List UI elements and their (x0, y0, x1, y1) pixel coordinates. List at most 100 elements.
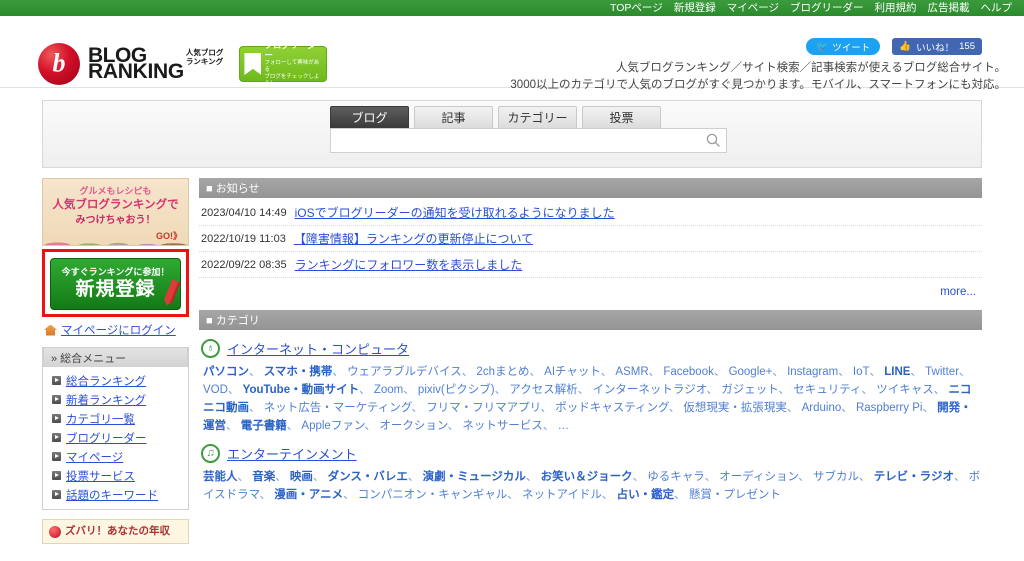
topnav-item-terms[interactable]: 利用規約 (875, 0, 917, 16)
category-sublink[interactable]: 電子書籍 (241, 420, 287, 432)
news-item[interactable]: 2023/04/10 14:49 iOSでブログリーダーの通知を受け取れるように… (199, 200, 982, 226)
news-title-link[interactable]: iOSでブログリーダーの通知を受け取れるようになりました (295, 204, 615, 221)
category-internet-links: パソコン、 スマホ・携帯、 ウェアラブルデバイス、 2chまとめ、 AIチャット… (199, 363, 982, 435)
income-promo-box[interactable]: ズバリ！あなたの年収 (42, 519, 189, 544)
category-sublink[interactable]: ポッドキャスティング (555, 402, 669, 414)
category-sublink[interactable]: スマホ・携帯 (264, 366, 333, 378)
category-sublink[interactable]: サブカル (813, 471, 859, 483)
category-sublink[interactable]: Appleファン (301, 420, 364, 432)
sidebar-item-new-ranking[interactable]: 新着ランキング (43, 390, 188, 409)
tweet-button[interactable]: 🐦 ツイート (806, 38, 881, 55)
category-sublink[interactable]: お笑い＆ジョーク (541, 471, 633, 483)
tab-category[interactable]: カテゴリー (498, 106, 577, 128)
news-more-link[interactable]: more... (940, 286, 976, 298)
sidebar-link-label[interactable]: 総合ランキング (66, 373, 146, 389)
category-sublink[interactable]: コンパニオン・キャンギャル (358, 489, 508, 501)
news-item[interactable]: 2022/09/22 08:35 ランキングにフォロワー数を表示しました (199, 252, 982, 278)
category-sublink[interactable]: 占い・鑑定 (617, 489, 675, 501)
sidebar-link-label[interactable]: ブログリーダー (66, 430, 147, 446)
new-registration-button[interactable]: 今すぐランキングに参加！ 新規登録 (50, 258, 181, 310)
category-sublink[interactable]: LINE (884, 366, 910, 378)
category-sublink[interactable]: Twitter (925, 366, 959, 378)
category-sublink[interactable]: Facebook (663, 366, 714, 378)
category-sublink[interactable]: ゆるキャラ (647, 471, 704, 483)
topnav-item-advertising[interactable]: 広告掲載 (928, 0, 970, 16)
category-sublink[interactable]: Raspberry Pi (856, 402, 922, 414)
category-sublink[interactable]: ウェアラブルデバイス (347, 366, 462, 378)
sidebar-link-label[interactable]: 話題のキーワード (66, 487, 158, 503)
category-internet-link[interactable]: インターネット・コンピュータ (227, 339, 409, 358)
category-sublink[interactable]: セキュリティ (793, 384, 861, 396)
category-sublink[interactable]: ガジェット (721, 384, 778, 396)
site-logo[interactable]: BLOG RANKING 人気ブログ ランキング ブログリーダー フォローして興… (38, 40, 328, 87)
sidebar-item-blogreader[interactable]: ブログリーダー (43, 428, 188, 447)
search-icon[interactable] (700, 129, 726, 152)
badge-line2: ブログをチェックしよう！ (264, 74, 320, 87)
category-sublink[interactable]: Instagram (787, 366, 838, 378)
category-sublink[interactable]: 漫画・アニメ (274, 489, 343, 501)
category-internet-title-row[interactable]: ♁ インターネット・コンピュータ (199, 339, 982, 358)
topnav-item-top[interactable]: TOPページ (610, 0, 663, 16)
category-sublink[interactable]: 仮想現実・拡張現実 (683, 402, 787, 414)
sidebar-item-category-list[interactable]: カテゴリ一覧 (43, 409, 188, 428)
sidebar-link-label[interactable]: マイページ (66, 449, 123, 465)
topnav-item-blogreader[interactable]: ブログリーダー (790, 0, 864, 16)
news-title-link[interactable]: ランキングにフォロワー数を表示しました (295, 256, 523, 273)
category-sublink[interactable]: ダンス・バレエ (328, 471, 408, 483)
tab-article[interactable]: 記事 (414, 106, 493, 128)
category-sublink[interactable]: 演劇・ミュージカル (423, 471, 526, 483)
category-sublink[interactable]: ネット広告・マーケティング (264, 402, 412, 414)
category-sublink[interactable]: ASMR (615, 366, 648, 378)
mypage-login-row[interactable]: マイページにログイン (42, 322, 189, 338)
category-entertainment-title-row[interactable]: ♫ エンターテインメント (199, 444, 982, 463)
category-sublink[interactable]: VOD (203, 384, 228, 396)
link-separator: 、 (286, 420, 302, 432)
category-sublink[interactable]: Arduino (802, 402, 842, 414)
category-sublink[interactable]: テレビ・ラジオ (874, 471, 954, 483)
category-sublink[interactable]: インターネットラジオ (592, 384, 706, 396)
category-sublink[interactable]: 芸能人 (203, 471, 238, 483)
tab-vote[interactable]: 投票 (582, 106, 661, 128)
topnav-item-help[interactable]: ヘルプ (981, 0, 1013, 16)
category-sublink[interactable]: ツイキャス (876, 384, 934, 396)
main-content: ■ お知らせ 2023/04/10 14:49 iOSでブログリーダーの通知を受… (199, 178, 982, 544)
sidebar-link-label[interactable]: 新着ランキング (66, 392, 146, 408)
search-input[interactable] (331, 129, 700, 152)
sidebar-item-vote-service[interactable]: 投票サービス (43, 466, 188, 485)
category-sublink[interactable]: Zoom (374, 384, 403, 396)
gourmet-banner[interactable]: グルメもレシピも 人気ブログランキングで みつけちゃおう！ GO!》 (42, 178, 189, 246)
topnav-item-mypage[interactable]: マイページ (727, 0, 779, 16)
category-sublink[interactable]: … (558, 420, 570, 432)
sidebar-link-label[interactable]: カテゴリ一覧 (66, 411, 135, 427)
facebook-like-button[interactable]: 👍 いいね！ 155 (892, 38, 982, 55)
category-sublink[interactable]: フリマ・フリマアプリ (426, 402, 540, 414)
sidebar: グルメもレシピも 人気ブログランキングで みつけちゃおう！ GO!》 今すぐラン… (42, 178, 189, 544)
category-sublink[interactable]: パソコン (203, 366, 249, 378)
news-item[interactable]: 2022/10/19 11:03 【障害情報】ランキングの更新停止について (199, 226, 982, 252)
blogreader-badge[interactable]: ブログリーダー フォローして興味がある ブログをチェックしよう！ (239, 40, 328, 87)
category-sublink[interactable]: 音楽 (252, 471, 275, 483)
category-sublink[interactable]: Google+ (729, 366, 773, 378)
sidebar-item-overall-ranking[interactable]: 総合ランキング (43, 371, 188, 390)
category-entertainment-link[interactable]: エンターテインメント (227, 444, 357, 463)
category-sublink[interactable]: IoT (853, 366, 870, 378)
sidebar-link-label[interactable]: 投票サービス (66, 468, 135, 484)
category-sublink[interactable]: ネットアイドル (522, 489, 602, 501)
sidebar-item-mypage[interactable]: マイページ (43, 447, 188, 466)
category-sublink[interactable]: 懸賞・プレゼント (689, 489, 781, 501)
mypage-login-link[interactable]: マイページにログイン (61, 322, 176, 338)
category-sublink[interactable]: 映画 (290, 471, 313, 483)
sidebar-item-trending-keywords[interactable]: 話題のキーワード (43, 485, 188, 504)
category-sublink[interactable]: 2chまとめ (476, 366, 529, 378)
category-sublink[interactable]: pixiv(ピクシブ) (418, 384, 495, 396)
tab-blog[interactable]: ブログ (330, 106, 409, 128)
category-sublink[interactable]: YouTube・動画サイト (243, 384, 359, 396)
category-sublink[interactable]: アクセス解析 (509, 384, 577, 396)
search-box[interactable] (330, 128, 727, 153)
category-sublink[interactable]: オーディション (719, 471, 798, 483)
topnav-item-register[interactable]: 新規登録 (674, 0, 716, 16)
category-sublink[interactable]: オークション (379, 420, 447, 432)
category-sublink[interactable]: AIチャット (544, 366, 601, 378)
category-sublink[interactable]: ネットサービス (462, 420, 543, 432)
news-title-link[interactable]: 【障害情報】ランキングの更新停止について (294, 230, 533, 247)
